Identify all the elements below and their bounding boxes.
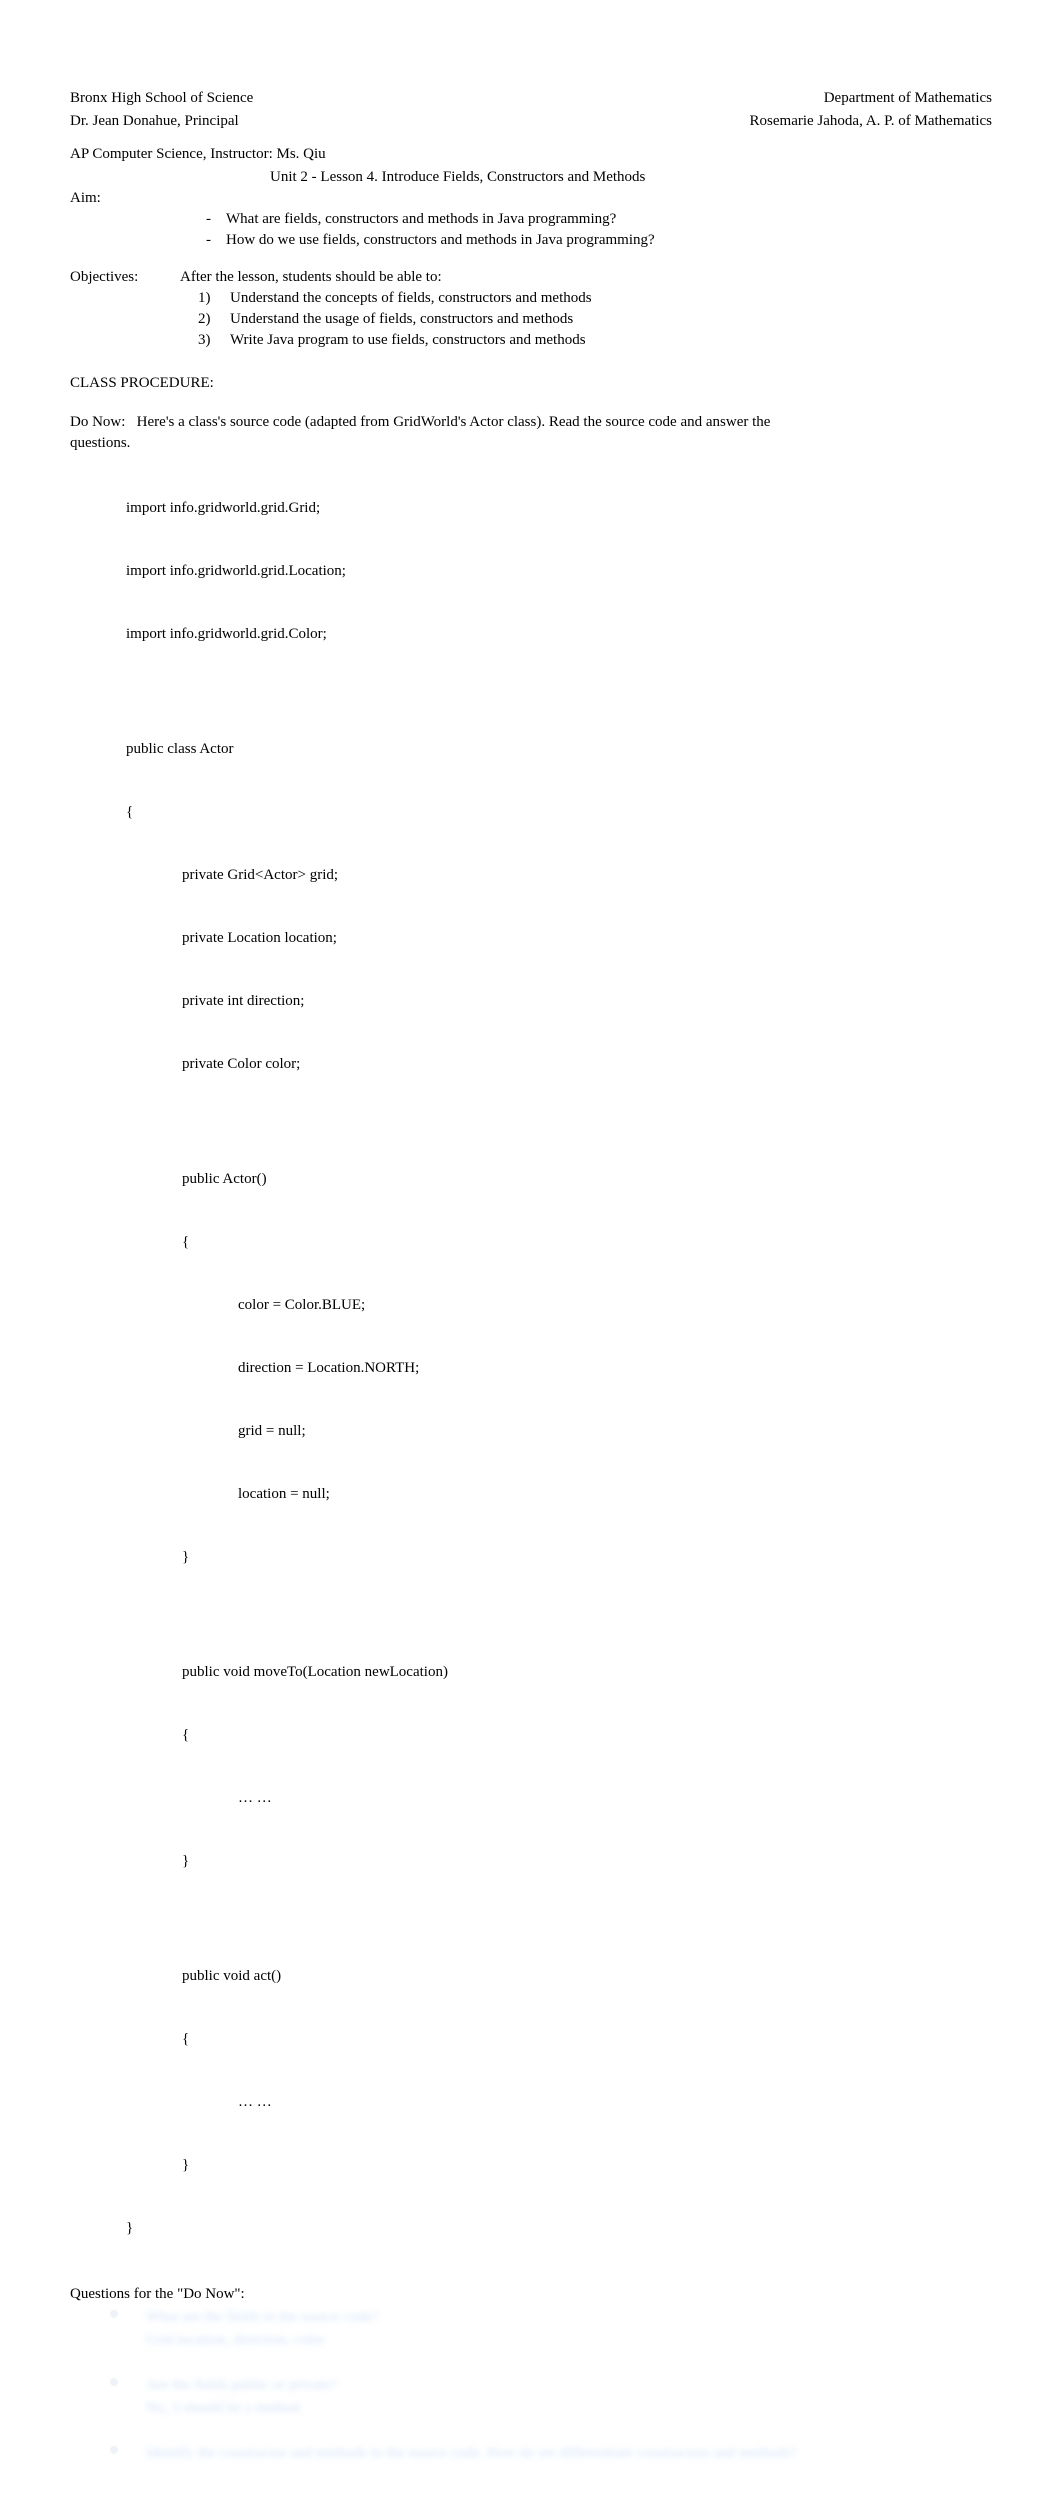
bullet-icon <box>110 2378 118 2386</box>
code-line: private Grid<Actor> grid; <box>182 865 992 886</box>
code-line: { <box>182 2029 992 2050</box>
code-line: private Location location; <box>182 928 992 949</box>
department-name: Department of Mathematics <box>824 88 992 109</box>
code-line: … … <box>238 2092 992 2113</box>
aim-bullet: What are fields, constructors and method… <box>198 209 992 230</box>
code-line: } <box>126 2218 992 2239</box>
code-line: { <box>126 802 992 823</box>
objective-item: 1) Understand the concepts of fields, co… <box>198 288 992 309</box>
question-text: What are the fields in the source code? <box>146 2309 379 2325</box>
lesson-title: Unit 2 - Lesson 4. Introduce Fields, Con… <box>270 167 992 188</box>
code-line: … … <box>238 1788 992 1809</box>
class-procedure-heading: CLASS PROCEDURE: <box>70 373 992 394</box>
questions-heading: Questions for the "Do Now": <box>70 2284 992 2305</box>
question-text: Are the fields public or private? <box>146 2377 337 2393</box>
do-now-label: Do Now: <box>70 414 125 430</box>
aim-bullet: How do we use fields, constructors and m… <box>198 230 992 251</box>
question-item: Identify the constructor and methods in … <box>110 2443 992 2464</box>
source-code: import info.gridworld.grid.Grid; import … <box>126 456 992 2260</box>
code-line: { <box>182 1725 992 1746</box>
do-now-text2: questions. <box>70 433 992 454</box>
objective-text: Write Java program to use fields, constr… <box>230 332 586 348</box>
objective-number: 3) <box>198 330 211 351</box>
answer-text: Grid location, direction, color <box>146 2332 325 2348</box>
question-text: Identify the constructor and methods in … <box>146 2445 796 2461</box>
bullet-icon <box>110 2310 118 2318</box>
code-line: public Actor() <box>182 1169 992 1190</box>
objective-text: Understand the concepts of fields, const… <box>230 290 592 306</box>
aim-label: Aim: <box>70 188 992 209</box>
question-item: Are the fields public or private? <box>110 2375 992 2396</box>
code-line: import info.gridworld.grid.Location; <box>126 561 992 582</box>
question-item: What are the fields in the source code? <box>110 2307 992 2328</box>
objective-number: 1) <box>198 288 211 309</box>
objectives-intro: After the lesson, students should be abl… <box>180 267 442 288</box>
school-name: Bronx High School of Science <box>70 88 253 109</box>
objective-item: 2) Understand the usage of fields, const… <box>198 309 992 330</box>
code-line: private Color color; <box>182 1054 992 1075</box>
objective-item: 3) Write Java program to use fields, con… <box>198 330 992 351</box>
answer-item: No, 3 should be a method <box>110 2398 992 2419</box>
answer-item: Grid location, direction, color <box>110 2330 992 2351</box>
code-line: } <box>182 2155 992 2176</box>
code-line: direction = Location.NORTH; <box>238 1358 992 1379</box>
objective-text: Understand the usage of fields, construc… <box>230 311 573 327</box>
principal-name: Dr. Jean Donahue, Principal <box>70 111 239 132</box>
course-line: AP Computer Science, Instructor: Ms. Qiu <box>70 144 992 165</box>
do-now-text: Here's a class's source code (adapted fr… <box>137 414 771 430</box>
code-line: } <box>182 1547 992 1568</box>
bullet-icon <box>110 2446 118 2454</box>
code-line: location = null; <box>238 1484 992 1505</box>
objective-number: 2) <box>198 309 211 330</box>
code-line: public class Actor <box>126 739 992 760</box>
code-line: { <box>182 1232 992 1253</box>
code-line: import info.gridworld.grid.Grid; <box>126 498 992 519</box>
code-line: public void moveTo(Location newLocation) <box>182 1662 992 1683</box>
ap-name: Rosemarie Jahoda, A. P. of Mathematics <box>750 111 992 132</box>
objectives-label: Objectives: <box>70 267 180 288</box>
code-line: public void act() <box>182 1966 992 1987</box>
code-line: } <box>182 1851 992 1872</box>
code-line: private int direction; <box>182 991 992 1012</box>
code-line: import info.gridworld.grid.Color; <box>126 624 992 645</box>
code-line: grid = null; <box>238 1421 992 1442</box>
code-line: color = Color.BLUE; <box>238 1295 992 1316</box>
answer-text: No, 3 should be a method <box>146 2400 300 2416</box>
